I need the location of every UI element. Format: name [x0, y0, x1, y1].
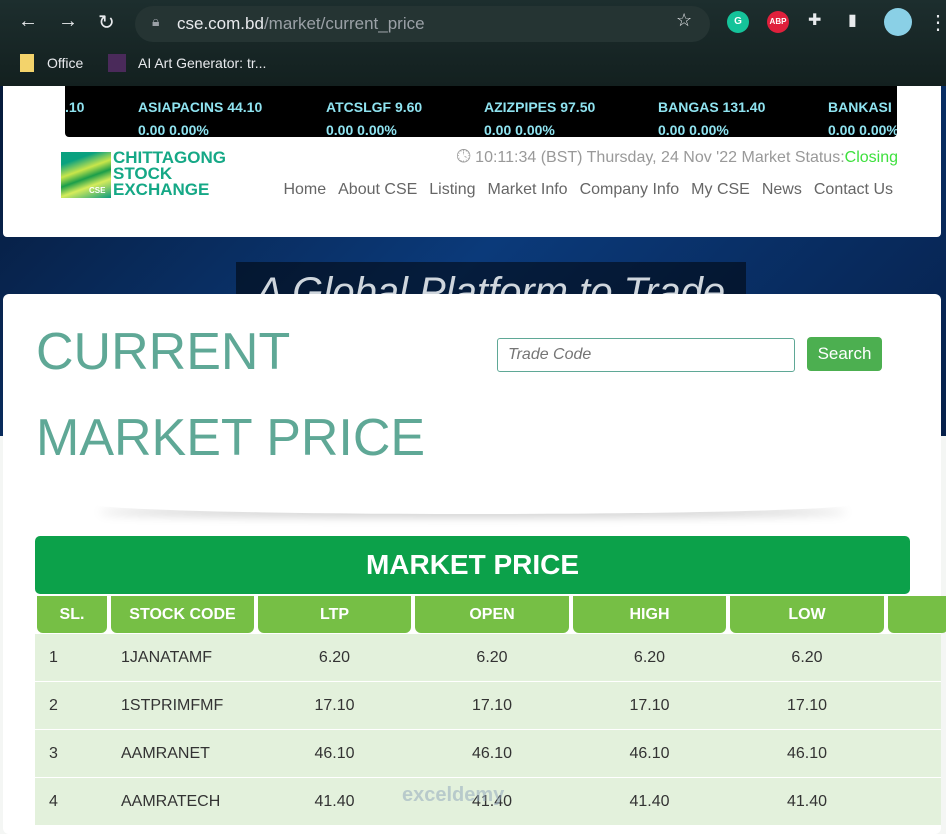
lock-icon: 🔒︎: [152, 13, 160, 29]
table-cell: 6.20: [318, 649, 351, 666]
logo-text: EXCHANGE: [113, 180, 210, 199]
table-cell: 2: [49, 697, 58, 714]
table-cell: 46.10: [471, 745, 513, 762]
stock-ticker: .10 ASIAPACINS 44.10 0.00 0.00% ATCSLGF 9…: [65, 86, 897, 137]
menu-my-cse[interactable]: My CSE: [691, 181, 750, 199]
header-high: HIGH: [573, 596, 726, 633]
header-ltp: LTP: [258, 596, 411, 633]
table-cell: 17.10: [786, 697, 828, 714]
cse-logo[interactable]: CSE CHITTAGONG STOCK EXCHANGE: [61, 149, 237, 200]
table-cell: 41.40: [629, 793, 670, 810]
forward-icon[interactable]: →: [58, 10, 78, 33]
table-cell: 41.40: [786, 793, 828, 810]
avatar[interactable]: [884, 8, 912, 36]
header-sl: SL.: [37, 596, 107, 633]
table-cell: 17.10: [314, 697, 355, 714]
status-value: Closing: [844, 149, 898, 166]
menu-listing[interactable]: Listing: [429, 181, 475, 199]
menu-icon[interactable]: ⋮: [928, 10, 946, 35]
url-path: /market/current_price: [263, 14, 425, 33]
table-cell: 1: [49, 649, 58, 666]
table-cell: 17.10: [629, 697, 670, 714]
table-cell: 17.10: [471, 697, 513, 714]
header-more: [888, 596, 946, 633]
page-title: MARKET PRICE: [36, 409, 426, 467]
menu-market-info[interactable]: Market Info: [488, 181, 568, 199]
table-cell: 1STPRIMFMF: [121, 697, 224, 714]
menu-about[interactable]: About CSE: [338, 181, 417, 199]
table-cell: 4: [49, 793, 58, 810]
table-cell: 6.20: [633, 649, 666, 666]
reload-icon[interactable]: ↻: [98, 10, 115, 35]
table-cell: 3: [49, 745, 58, 762]
ticker-change: 0.00 0.00%: [326, 122, 397, 137]
ticker-change: 0.00 0.00%: [828, 122, 897, 137]
extensions-icon[interactable]: ✚: [808, 10, 821, 30]
status-label: Market Status:: [741, 149, 845, 166]
table-cell: 46.10: [314, 745, 355, 762]
table-cell: 41.40: [314, 793, 355, 810]
status-date: Thursday, 24 Nov '22: [586, 149, 738, 166]
search-button[interactable]: Search: [807, 337, 882, 371]
bookmark-favicon: [108, 54, 126, 72]
menu-contact[interactable]: Contact Us: [814, 181, 893, 199]
table-cell: 46.10: [629, 745, 670, 762]
header-stock-code: STOCK CODE: [111, 596, 254, 633]
page-title: CURRENT: [36, 323, 291, 381]
site-header: .10 ASIAPACINS 44.10 0.00 0.00% ATCSLGF 9…: [3, 86, 941, 237]
ticker-change: 0.00 0.00%: [658, 122, 729, 137]
table-cell: 6.20: [791, 649, 823, 666]
bookmark-office[interactable]: Office: [47, 55, 83, 71]
table-header: SL. STOCK CODE LTP OPEN HIGH LOW: [35, 596, 946, 633]
trade-code-input[interactable]: [497, 338, 795, 372]
table-cell: 6.20: [476, 649, 508, 666]
url-domain: cse.com.bd: [177, 14, 264, 33]
adblock-icon[interactable]: ABP: [767, 11, 789, 33]
menu-news[interactable]: News: [762, 181, 802, 199]
table-row: 1 1JANATAMF 6.20 6.20 6.20 6.20: [35, 634, 941, 682]
bookmark-ai-art[interactable]: AI Art Generator: tr...: [138, 55, 266, 71]
table-cell: 46.10: [786, 745, 828, 762]
status-time: 10:11:34 (BST): [475, 149, 583, 166]
table-cell: AAMRANET: [121, 745, 210, 762]
watermark: exceldemy: [402, 784, 505, 806]
ticker-change: 0.00 0.00%: [484, 122, 555, 137]
ticker-change: 0.00 0.00%: [138, 122, 209, 137]
table-cell: AAMRATECH: [121, 793, 221, 810]
grammarly-icon[interactable]: G: [727, 11, 749, 33]
ticker-code: AZIZPIPES 97.50: [484, 99, 596, 115]
divider: [93, 494, 853, 514]
table-row: 3 AAMRANET 46.10 46.10 46.10 46.10: [35, 730, 941, 778]
header-open: OPEN: [415, 596, 569, 633]
clock-icon: 🕓︎: [456, 146, 471, 166]
market-status: 🕓︎ 10:11:34 (BST) Thursday, 24 Nov '22 M…: [456, 146, 898, 167]
browser-toolbar: ← → ↻ cse.com.bd/market/current_price 🔒︎…: [0, 0, 946, 86]
table-title: MARKET PRICE: [35, 536, 910, 594]
ticker-code: .10: [65, 99, 85, 115]
table-cell: 1JANATAMF: [121, 649, 212, 666]
header-low: LOW: [730, 596, 884, 633]
menu-company-info[interactable]: Company Info: [580, 181, 680, 199]
ticker-code: BANKASI: [828, 99, 892, 115]
menu-home[interactable]: Home: [283, 181, 326, 199]
logo-mark: CSE: [61, 152, 111, 198]
back-icon[interactable]: ←: [18, 10, 38, 33]
ticker-code: ATCSLGF 9.60: [326, 99, 423, 115]
sidepanel-icon[interactable]: ▮: [848, 10, 857, 30]
main-content: CURRENT MARKET PRICE Search MARKET PRICE…: [3, 294, 946, 834]
main-menu: Home About CSE Listing Market Info Compa…: [283, 181, 893, 199]
address-bar[interactable]: cse.com.bd/market/current_price: [135, 6, 710, 42]
folder-icon: [20, 54, 34, 72]
table-row: 2 1STPRIMFMF 17.10 17.10 17.10 17.10: [35, 682, 941, 730]
star-icon[interactable]: ☆: [676, 10, 692, 31]
ticker-code: BANGAS 131.40: [658, 99, 766, 115]
ticker-code: ASIAPACINS 44.10: [138, 99, 263, 115]
